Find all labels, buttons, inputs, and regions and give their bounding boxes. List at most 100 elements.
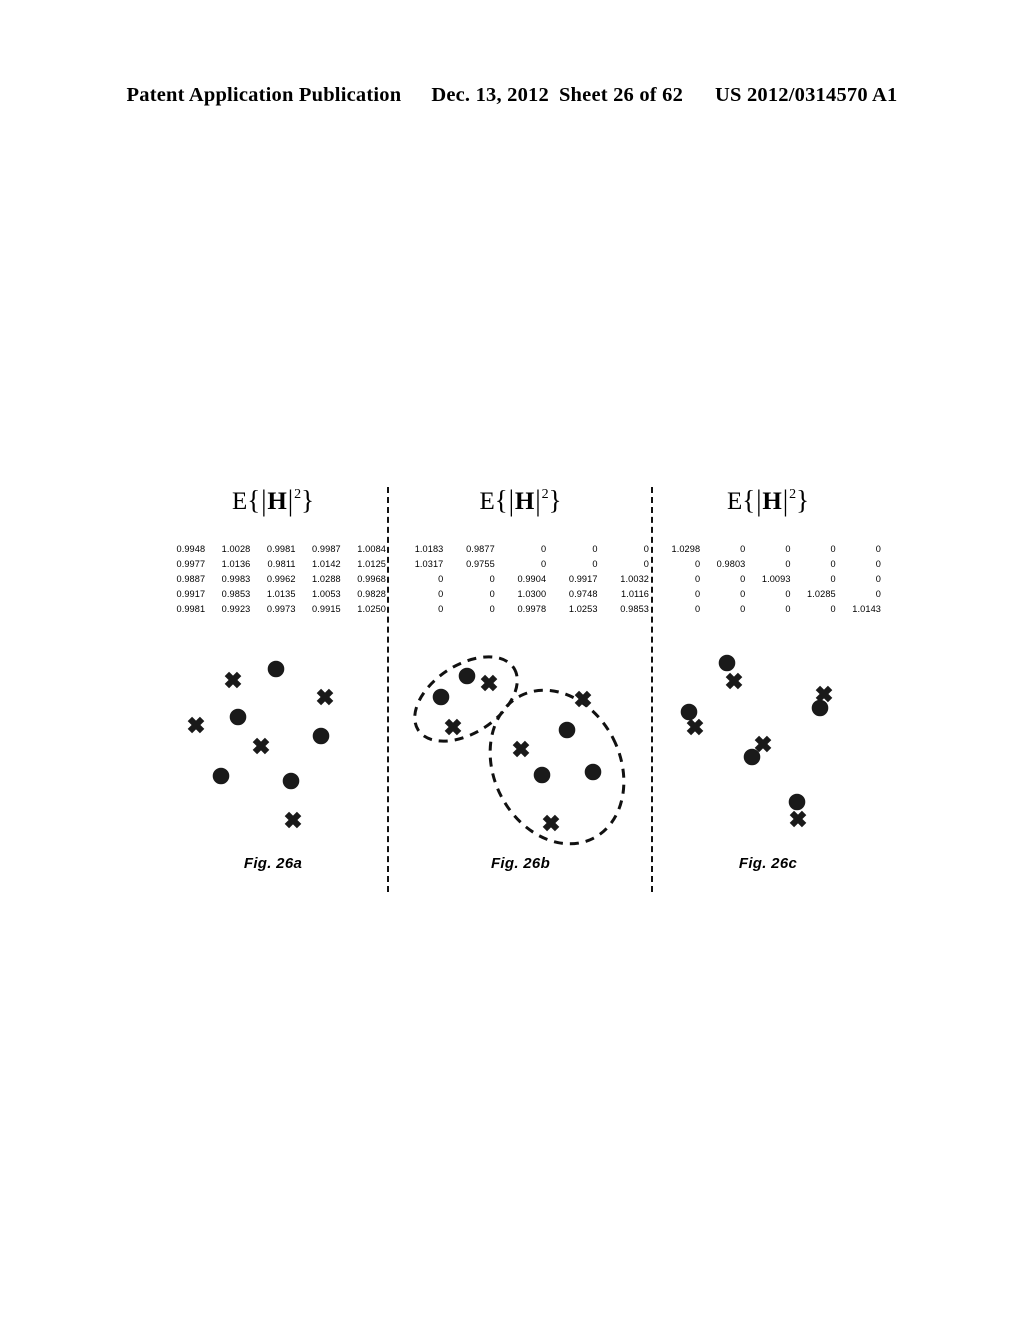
patent-sheet: Patent Application Publication Dec. 13, 2… — [0, 0, 1024, 1320]
matrix-cell: 0 — [740, 544, 746, 554]
matrix-cell: 0 — [438, 574, 444, 584]
figure-26: E{|H|2} 0.9948 1.0028 0.9981 0.9987 1.0084 0.… — [0, 0, 1024, 1320]
matrix-cell: 0 — [875, 559, 881, 569]
matrix-row: 0.9977 1.0136 0.9811 1.0142 1.0125 — [160, 557, 386, 572]
matrix-cell: 0 — [489, 574, 495, 584]
matrix-cell: 0 — [830, 574, 836, 584]
matrix-row: 0.9917 0.9853 1.0135 1.0053 0.9828 — [160, 587, 386, 602]
matrix-cell: 0 — [540, 559, 547, 569]
matrix-cell: 0 — [875, 574, 881, 584]
matrix-cell: 0.9915 — [312, 604, 341, 614]
matrix-cell: 0.9981 — [176, 604, 206, 614]
matrix-cell: 0 — [438, 604, 444, 614]
expectation-symbol: E — [479, 488, 495, 515]
matrix-cell: 1.0183 — [414, 544, 444, 554]
matrix-cell: 0 — [830, 559, 836, 569]
matrix-row: 0 0 0 0 1.0143 — [655, 602, 881, 617]
matrix-cell: 0.9748 — [568, 589, 598, 599]
open-brace: { — [742, 485, 756, 515]
matrix-row: 1.0298 0 0 0 0 — [655, 542, 881, 557]
matrix-cell: 1.0300 — [517, 589, 547, 599]
matrix-cell: 0 — [643, 544, 649, 554]
matrix-cell: 1.0285 — [807, 589, 836, 599]
matrix-cell: 1.0116 — [620, 589, 649, 599]
matrix-row: 0.9887 0.9983 0.9962 1.0288 0.9968 — [160, 572, 386, 587]
matrix-cell: 0.9968 — [357, 574, 386, 584]
matrix-title-c: E{|H|2} — [655, 484, 881, 517]
matrix-cell: 1.0053 — [312, 589, 341, 599]
scatter-a — [160, 637, 386, 842]
matrix-row: 0 0 1.0093 0 0 — [655, 572, 881, 587]
matrix-cell: 1.0028 — [221, 544, 251, 554]
matrix-cell: 0 — [785, 589, 791, 599]
matrix-c: 1.0298 0 0 0 0 0 0.9803 0 0 0 0 0 1.0093 0 0 0 0 0 1.0285 0… — [655, 542, 881, 617]
matrix-cell: 0 — [785, 544, 791, 554]
matrix-cell: 1.0135 — [266, 589, 296, 599]
matrix-cell: 0 — [489, 589, 495, 599]
matrix-cell: 1.0253 — [568, 604, 598, 614]
matrix-cell: 1.0125 — [357, 559, 386, 569]
left-bar: | — [508, 484, 514, 517]
matrix-row: 0.9981 0.9923 0.9973 0.9915 1.0250 — [160, 602, 386, 617]
matrix-cell: 1.0298 — [671, 544, 701, 554]
matrix-row: 0 0.9803 0 0 0 — [655, 557, 881, 572]
panel-separator-1 — [387, 487, 389, 892]
caption-a: Fig. 26a — [243, 855, 303, 872]
matrix-cell: 0 — [643, 559, 649, 569]
right-bar: | — [535, 484, 541, 517]
matrix-cell: 0.9977 — [176, 559, 206, 569]
channel-matrix-symbol: H — [514, 488, 535, 515]
matrix-cell: 1.0288 — [312, 574, 341, 584]
matrix-cell: 1.0142 — [312, 559, 341, 569]
matrix-cell: 0.9948 — [176, 544, 206, 554]
expectation-symbol: E — [726, 488, 743, 515]
matrix-cell: 0 — [438, 589, 444, 599]
exponent: 2 — [294, 486, 302, 502]
matrix-title-b: E{|H|2} — [392, 484, 649, 517]
matrix-cell: 0 — [694, 574, 701, 584]
right-bar: | — [782, 484, 789, 517]
matrix-cell: 1.0143 — [852, 604, 881, 614]
exponent: 2 — [789, 486, 797, 502]
matrix-b: 1.0183 0.9877 0 0 0 1.0317 0.9755 0 0 0 0 0 0.9904 0.… — [392, 542, 649, 617]
matrix-cell: 0 — [540, 544, 547, 554]
matrix-cell: 0 — [875, 544, 881, 554]
matrix-row: 0 0 0.9904 0.9917 1.0032 — [392, 572, 649, 587]
matrix-b-table: 1.0183 0.9877 0 0 0 1.0317 0.9755 0 0 0 0 0 0.9904 0.… — [392, 542, 649, 617]
matrix-cell: 0.9973 — [266, 604, 296, 614]
right-bar: | — [287, 484, 294, 517]
matrix-cell: 0.9917 — [568, 574, 598, 584]
matrix-cell: 1.0093 — [761, 574, 791, 584]
matrix-cell: 0.9828 — [357, 589, 386, 599]
caption-b: Fig. 26b — [490, 855, 551, 872]
matrix-cell: 0 — [740, 574, 746, 584]
matrix-cell: 0.9981 — [266, 544, 296, 554]
close-brace: } — [796, 485, 810, 515]
panel-separator-2 — [651, 487, 653, 892]
matrix-cell: 0 — [785, 559, 791, 569]
matrix-cell: 0 — [694, 604, 701, 614]
matrix-cell: 0.9887 — [176, 574, 206, 584]
matrix-c-table: 1.0298 0 0 0 0 0 0.9803 0 0 0 0 0 1.0093 0 0 0 0 0 1.0285 0… — [655, 542, 881, 617]
matrix-cell: 0.9983 — [221, 574, 251, 584]
matrix-title-a: E{|H|2} — [160, 484, 386, 517]
matrix-cell: 0.9978 — [517, 604, 547, 614]
open-brace: { — [247, 485, 261, 515]
matrix-cell: 0 — [592, 544, 598, 554]
matrix-cell: 0.9853 — [221, 589, 251, 599]
matrix-c-body: 1.0298 0 0 0 0 0 0.9803 0 0 0 0 0 1.0093 0 0 0 0 0 1.0285 0… — [655, 542, 881, 617]
matrix-cell: 0 — [740, 589, 746, 599]
channel-matrix-symbol: H — [762, 488, 782, 515]
matrix-row: 0 0 0 1.0285 0 — [655, 587, 881, 602]
matrix-cell: 1.0317 — [414, 559, 444, 569]
matrix-cell: 0 — [489, 604, 495, 614]
matrix-cell: 1.0032 — [620, 574, 649, 584]
left-bar: | — [756, 484, 762, 517]
matrix-cell: 0 — [875, 589, 881, 599]
matrix-a-body: 0.9948 1.0028 0.9981 0.9987 1.0084 0.9977 1.01… — [160, 542, 386, 617]
channel-matrix-symbol: H — [267, 488, 287, 515]
open-brace: { — [494, 485, 508, 515]
matrix-cell: 0.9853 — [620, 604, 649, 614]
matrix-cell: 1.0250 — [357, 604, 386, 614]
matrix-cell: 0.9917 — [176, 589, 206, 599]
